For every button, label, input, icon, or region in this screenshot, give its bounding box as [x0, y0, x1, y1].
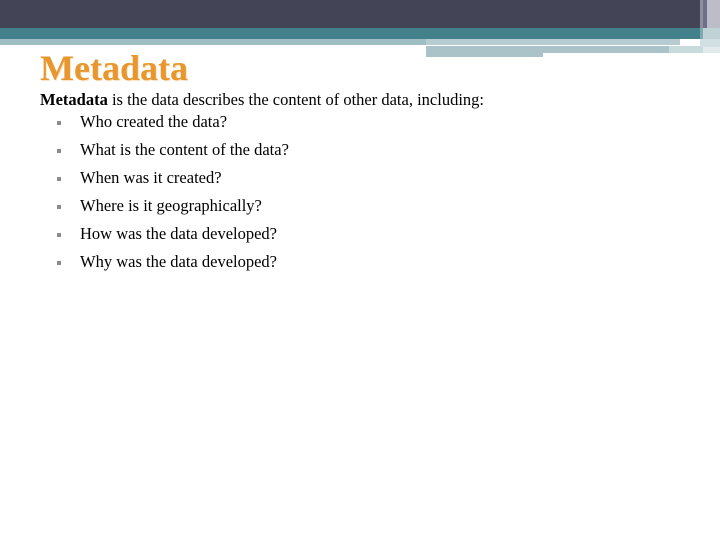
- header-accent-gap-2: [543, 53, 703, 57]
- bullet-square-icon: [57, 148, 61, 153]
- intro-rest-text: is the data describes the content of oth…: [107, 90, 485, 109]
- list-item: How was the data developed?: [40, 223, 680, 243]
- edge-stripe-3: [707, 0, 720, 28]
- intro-lead-term: Metadata: [40, 90, 108, 109]
- header-accent-bar-3: [669, 46, 703, 53]
- header-accent-bar-4: [426, 53, 543, 57]
- list-item-label: When was it created?: [80, 167, 222, 187]
- list-item: What is the content of the data?: [40, 139, 680, 159]
- list-item-label: Why was the data developed?: [80, 251, 278, 271]
- list-item: Who created the data?: [40, 111, 680, 131]
- bullet-square-icon: [57, 176, 61, 181]
- list-item-label: Where is it geographically?: [80, 195, 262, 215]
- slide-canvas: Metadata Metadata is the data describes …: [0, 0, 720, 540]
- edge-stripe-6: [700, 39, 720, 47]
- bullet-square-icon: [57, 232, 61, 237]
- list-item-label: What is the content of the data?: [80, 139, 289, 159]
- header-light-blue-band: [0, 39, 426, 45]
- bullet-square-icon: [57, 260, 61, 265]
- list-item: Where is it geographically?: [40, 195, 680, 215]
- edge-stripe-7: [703, 47, 720, 53]
- list-item-label: How was the data developed?: [80, 223, 278, 243]
- slide-body: Metadata is the data describes the conte…: [40, 90, 680, 282]
- header-navy-band: [0, 0, 720, 28]
- list-item-label: Who created the data?: [80, 111, 228, 131]
- bullet-square-icon: [57, 204, 61, 209]
- bullet-list: Who created the data? What is the conten…: [40, 111, 680, 271]
- slide-title: Metadata: [40, 48, 188, 88]
- edge-stripe-5: [703, 28, 720, 39]
- bullet-square-icon: [57, 120, 61, 125]
- header-teal-band: [0, 28, 700, 39]
- list-item: When was it created?: [40, 167, 680, 187]
- header-accent-bar-2: [426, 46, 669, 53]
- list-item: Why was the data developed?: [40, 251, 680, 271]
- intro-paragraph: Metadata is the data describes the conte…: [40, 90, 680, 109]
